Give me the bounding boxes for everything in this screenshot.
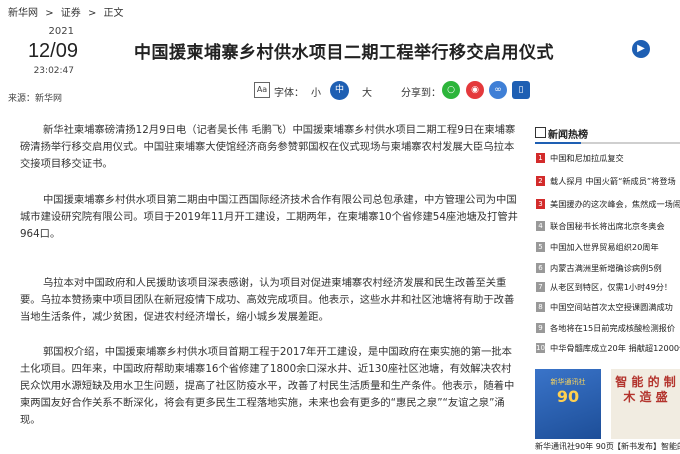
article-paragraph: 新华社柬埔寨磅清扬12月9日电（记者吴长伟 毛鹏飞）中国援柬埔寨乡村供水项目二期… xyxy=(20,124,516,170)
rank-badge: 9 xyxy=(536,323,545,333)
book-captions: 新华通讯社90年 90页 【新书发布】智能的 xyxy=(535,441,680,454)
article-paragraph: 中国援柬埔寨乡村供水项目第二期由中国江西国际经济技术合作有限公司总包承建，中方管… xyxy=(20,194,518,240)
font-size-large-button[interactable]: 大 xyxy=(362,84,372,99)
hot-news-item[interactable]: 3 美国援办的这次峰会，焦然成一场闹剧 xyxy=(535,198,680,214)
hot-news-heading: 新闻热榜 xyxy=(535,126,680,142)
article-source: 来源：新华网 xyxy=(8,94,63,104)
rank-badge: 5 xyxy=(536,242,545,252)
hot-news-icon xyxy=(535,127,546,138)
hot-news-item[interactable]: 9 各地将在15日前完成核酸检测报价 xyxy=(535,322,680,338)
rank-badge: 1 xyxy=(536,153,545,163)
book-caption-link[interactable]: 新华通讯社90年 90页 xyxy=(535,441,614,452)
hot-news-item[interactable]: 7 从老区到特区，仅需1小时49分！ xyxy=(535,281,680,297)
publish-date: 2021 12/09 23:02:47 xyxy=(0,26,80,78)
breadcrumb-current: 正文 xyxy=(103,8,124,19)
wechat-icon[interactable]: ○ xyxy=(442,81,460,99)
breadcrumb-home-link[interactable]: 新华网 xyxy=(8,8,38,19)
font-size-small-button[interactable]: 小 xyxy=(311,84,321,99)
book-caption-link[interactable]: 【新书发布】智能的 xyxy=(613,441,680,452)
speaker-icon[interactable]: ▶ xyxy=(632,40,650,58)
publish-time: 23:02:47 xyxy=(33,66,74,76)
book-cover-xinhua-90[interactable]: 新华通讯社 90 xyxy=(535,369,601,439)
page-title: 中国援柬埔寨乡村供水项目二期工程举行移交启用仪式 xyxy=(134,43,554,63)
hot-news-panel: 新闻热榜 1 中国和尼加拉瓜复交 2 载人探月 中国火箭“新成员”将登场 3 美国援办… xyxy=(535,126,680,353)
rank-badge: 4 xyxy=(536,221,545,231)
breadcrumb-section-link[interactable]: 证券 xyxy=(61,8,81,19)
rank-badge: 8 xyxy=(536,302,545,312)
breadcrumb: 新华网 > 证券 > 正文 xyxy=(8,4,128,19)
publish-month-day: 12/09 xyxy=(27,40,78,62)
rank-badge: 2 xyxy=(536,176,545,186)
hot-news-item[interactable]: 6 内蒙古满洲里新增确诊病例5例 xyxy=(535,262,680,278)
article-paragraph: 郭国权介绍，中国援柬埔寨乡村供水项目首期工程于2017年开工建设，是中国政府在柬… xyxy=(20,346,515,426)
font-size-medium-button[interactable]: 中 xyxy=(330,81,349,100)
hot-news-item[interactable]: 5 中国加入世界贸易组织20周年 xyxy=(535,241,680,257)
weibo-icon[interactable]: ◉ xyxy=(466,81,484,99)
hot-news-item[interactable]: 10 中华骨髓库成立20年 捐献超12000例 xyxy=(535,342,680,358)
book-cover-smart-manufacturing[interactable]: 智 能 的 制 木 造 盛 xyxy=(611,369,680,439)
breadcrumb-separator: > xyxy=(87,8,97,19)
hot-news-item[interactable]: 4 联合国秘书长将出席北京冬奥会 xyxy=(535,220,680,236)
font-size-label: 字体： xyxy=(274,88,304,99)
hot-news-item[interactable]: 8 中国空间站首次太空授课圆满成功 xyxy=(535,301,680,317)
rank-badge: 7 xyxy=(536,282,545,292)
promo-books: 新华通讯社 90 智 能 的 制 木 造 盛 xyxy=(535,369,680,439)
rank-badge: 10 xyxy=(536,343,545,353)
heading-divider xyxy=(535,142,680,144)
rank-badge: 6 xyxy=(536,263,545,273)
share-label: 分享到： xyxy=(401,88,441,99)
link-icon[interactable]: ∞ xyxy=(489,81,507,99)
breadcrumb-separator: > xyxy=(45,8,54,19)
mobile-icon[interactable]: ▯ xyxy=(512,81,530,99)
hot-news-item[interactable]: 2 载人探月 中国火箭“新成员”将登场 xyxy=(535,175,680,191)
rank-badge: 3 xyxy=(536,199,545,209)
hot-news-item[interactable]: 1 中国和尼加拉瓜复交 xyxy=(535,152,680,168)
publish-year: 2021 xyxy=(48,26,74,37)
article-paragraph: 乌拉本对中国政府和人民援助该项目深表感谢，认为项目对促进柬埔寨农村经济发展和民生… xyxy=(20,277,515,323)
font-size-icon: Aa xyxy=(254,82,270,98)
